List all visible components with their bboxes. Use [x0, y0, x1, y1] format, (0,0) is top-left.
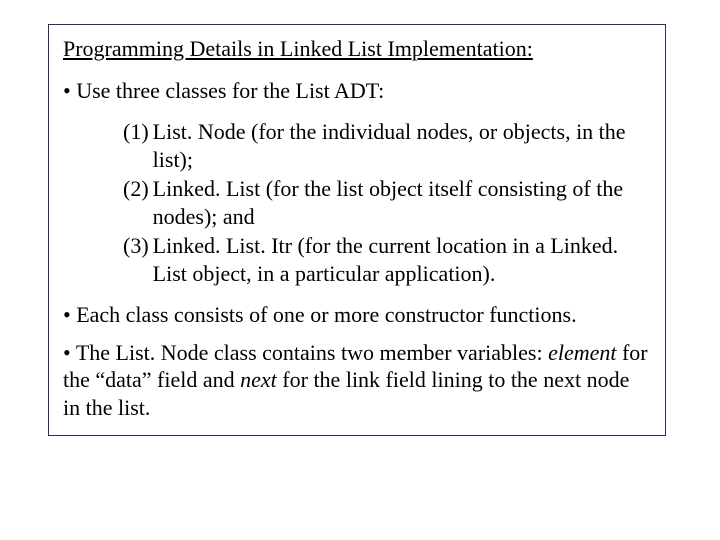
bullet-marker: •: [63, 78, 76, 103]
bullet-text: Use three classes for the List ADT:: [76, 78, 384, 103]
bullet-members: • The List. Node class contains two memb…: [63, 339, 651, 422]
content-frame: Programming Details in Linked List Imple…: [48, 24, 666, 436]
list-item: (2) Linked. List (for the list object it…: [123, 175, 651, 230]
numbered-list: (1) List. Node (for the individual nodes…: [123, 118, 651, 287]
bullet-text: Each class consists of one or more const…: [76, 302, 576, 327]
list-item: (3) Linked. List. Itr (for the current l…: [123, 232, 651, 287]
item-text: Linked. List (for the list object itself…: [153, 175, 651, 230]
emphasis-next: next: [240, 367, 277, 392]
bullet-marker: •: [63, 340, 76, 365]
emphasis-element: element: [548, 340, 616, 365]
item-number: (3): [123, 232, 149, 287]
item-number: (1): [123, 118, 149, 173]
item-number: (2): [123, 175, 149, 230]
item-text: List. Node (for the individual nodes, or…: [153, 118, 651, 173]
list-item: (1) List. Node (for the individual nodes…: [123, 118, 651, 173]
bullet-classes: • Use three classes for the List ADT:: [63, 77, 651, 105]
page-title: Programming Details in Linked List Imple…: [63, 35, 651, 63]
bullet-marker: •: [63, 302, 76, 327]
item-text: Linked. List. Itr (for the current locat…: [153, 232, 651, 287]
text-run: The List. Node class contains two member…: [76, 340, 548, 365]
bullet-constructors: • Each class consists of one or more con…: [63, 301, 651, 329]
